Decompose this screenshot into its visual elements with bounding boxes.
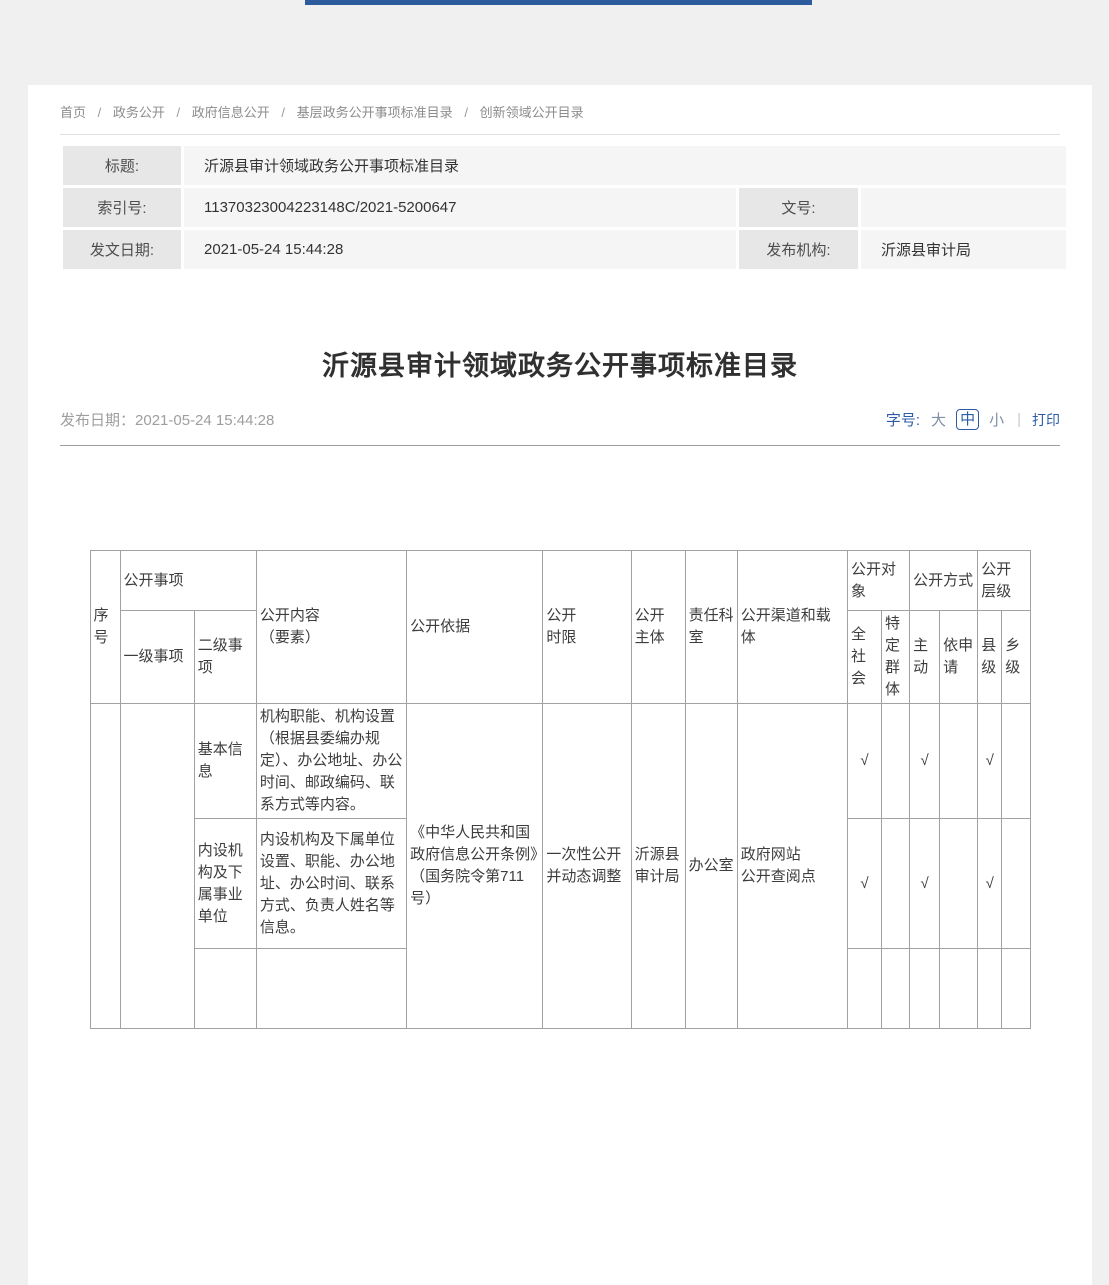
cell-time-limit: 一次性公开并动态调整 — [543, 704, 631, 1029]
breadcrumb-xinxi[interactable]: 政府信息公开 — [192, 105, 270, 120]
breadcrumb-chuangxin[interactable]: 创新领域公开目录 — [480, 105, 584, 120]
publish-date-value: 2021-05-24 15:44:28 — [135, 412, 274, 429]
meta-org-label: 发布机构: — [739, 230, 858, 269]
header-item-group: 公开事项 — [120, 551, 256, 611]
cell-check-specific — [882, 819, 910, 949]
header-target-all: 全社会 — [847, 611, 881, 704]
cell-content — [256, 949, 406, 1029]
breadcrumb-separator: / — [177, 105, 181, 120]
breadcrumb-separator: / — [281, 105, 285, 120]
cell-check-town — [1002, 949, 1030, 1029]
header-level2: 二级事项 — [194, 611, 256, 704]
cell-check-county — [978, 949, 1002, 1029]
table-row: 基本信息 机构职能、机构设置（根据县委编办规定）、办公地址、办公时间、邮政编码、… — [90, 704, 1030, 819]
header-level: 公开 层级 — [978, 551, 1030, 611]
publish-date: 发布日期：2021-05-24 15:44:28 — [60, 409, 274, 430]
breadcrumb-separator: / — [464, 105, 468, 120]
publish-date-label: 发布日期： — [60, 412, 135, 429]
cell-check-request — [940, 704, 978, 819]
cell-check-all: √ — [847, 704, 881, 819]
header-content: 公开内容 （要素） — [256, 551, 406, 704]
cell-serial — [90, 704, 120, 1029]
header-method-request: 依申请 — [940, 611, 978, 704]
cell-check-active: √ — [910, 819, 940, 949]
cell-check-request — [940, 949, 978, 1029]
font-size-label: 字号: — [886, 409, 920, 430]
cell-check-specific — [882, 704, 910, 819]
header-target-specific: 特定群体 — [882, 611, 910, 704]
cell-check-town — [1002, 819, 1030, 949]
font-size-large-button[interactable]: 大 — [931, 409, 946, 430]
cell-dept: 办公室 — [685, 704, 737, 1029]
breadcrumb: 首页 / 政务公开 / 政府信息公开 / 基层政务公开事项标准目录 / 创新领域… — [60, 85, 1060, 135]
page-title: 沂源县审计领域政务公开事项标准目录 — [60, 344, 1060, 383]
cell-check-town — [1002, 704, 1030, 819]
header-method-active: 主动 — [910, 611, 940, 704]
header-level1: 一级事项 — [120, 611, 194, 704]
header-subject: 公开 主体 — [631, 551, 685, 704]
catalog-table: 序号 公开事项 公开内容 （要素） 公开依据 公开 时限 公开 主体 责任科室 … — [90, 550, 1031, 1029]
meta-docnum-value — [861, 188, 1066, 227]
cell-level2: 内设机构及下属事业单位 — [194, 819, 256, 949]
cell-basis: 《中华人民共和国政府信息公开条例》（国务院令第711号） — [407, 704, 543, 1029]
meta-title-label: 标题: — [63, 146, 181, 185]
meta-date-label: 发文日期: — [63, 230, 181, 269]
meta-index-label: 索引号: — [63, 188, 181, 227]
cell-subject: 沂源县审计局 — [631, 704, 685, 1029]
header-dept: 责任科室 — [685, 551, 737, 704]
cell-check-active — [910, 949, 940, 1029]
header-level-town: 乡级 — [1002, 611, 1030, 704]
meta-index-value: 11370323004223148C/2021-5200647 — [184, 188, 736, 227]
meta-date-value: 2021-05-24 15:44:28 — [184, 230, 736, 269]
cell-check-county: √ — [978, 704, 1002, 819]
horizontal-divider — [60, 445, 1060, 446]
print-button[interactable]: 打印 — [1032, 410, 1060, 430]
cell-level2: 基本信息 — [194, 704, 256, 819]
meta-title-value: 沂源县审计领域政务公开事项标准目录 — [184, 146, 1066, 185]
header-channel: 公开渠道和载体 — [737, 551, 847, 704]
header-basis: 公开依据 — [407, 551, 543, 704]
font-size-small-button[interactable]: 小 — [989, 409, 1004, 430]
header-method: 公开方式 — [910, 551, 978, 611]
breadcrumb-home[interactable]: 首页 — [60, 105, 86, 120]
cell-level1 — [120, 704, 194, 1029]
meta-docnum-label: 文号: — [739, 188, 858, 227]
breadcrumb-jiceng[interactable]: 基层政务公开事项标准目录 — [297, 105, 453, 120]
font-size-medium-button[interactable]: 中 — [956, 409, 979, 430]
meta-org-value: 沂源县审计局 — [861, 230, 1066, 269]
breadcrumb-zhengwu[interactable]: 政务公开 — [113, 105, 165, 120]
cell-content: 内设机构及下属单位设置、职能、办公地址、办公时间、联系方式、负责人姓名等信息。 — [256, 819, 406, 949]
cell-check-all — [847, 949, 881, 1029]
header-time-limit: 公开 时限 — [543, 551, 631, 704]
cell-channel: 政府网站 公开查阅点 — [737, 704, 847, 1029]
article-info-line: 发布日期：2021-05-24 15:44:28 字号: 大 中 小 | 打印 — [60, 409, 1060, 430]
font-size-controls: 字号: 大 中 小 | 打印 — [886, 409, 1060, 430]
cell-level2 — [194, 949, 256, 1029]
breadcrumb-separator: / — [98, 105, 102, 120]
cell-content: 机构职能、机构设置（根据县委编办规定）、办公地址、办公时间、邮政编码、联系方式等… — [256, 704, 406, 819]
header-level-county: 县级 — [978, 611, 1002, 704]
top-nav-bottom-bar — [305, 0, 812, 5]
header-serial: 序号 — [90, 551, 120, 704]
cell-check-active: √ — [910, 704, 940, 819]
page: { "top_bar": { "color": "#2d5c9e" }, "br… — [0, 0, 1109, 886]
vertical-separator: | — [1017, 411, 1021, 428]
document-meta-table: 标题: 沂源县审计领域政务公开事项标准目录 索引号: 1137032300422… — [60, 143, 1069, 272]
header-target: 公开对象 — [847, 551, 909, 611]
cell-check-county: √ — [978, 819, 1002, 949]
cell-check-request — [940, 819, 978, 949]
content-card: 首页 / 政务公开 / 政府信息公开 / 基层政务公开事项标准目录 / 创新领域… — [28, 85, 1092, 1285]
cell-check-all: √ — [847, 819, 881, 949]
cell-check-specific — [882, 949, 910, 1029]
